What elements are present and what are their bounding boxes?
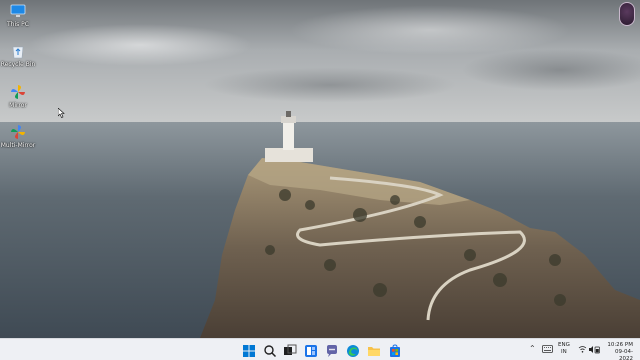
language-region: IN [561,349,567,355]
start-button[interactable] [242,343,256,357]
clock-time: 10:26 PM [607,342,633,348]
widgets-icon [305,345,317,357]
search-icon [264,345,277,358]
volume-icon [589,346,593,353]
widgets-button[interactable] [304,343,318,357]
store-icon [390,344,400,357]
desktop-icon-label: Multi-Mirror [0,142,36,149]
desktop-icon-recycle-bin[interactable]: Recycle Bin [0,43,38,68]
monitor-icon [10,3,26,19]
desktop-icon-label: Mirror [9,102,27,109]
search-button[interactable] [263,343,277,358]
input-language-indicator[interactable]: ENG IN [558,342,570,356]
desktop-icon-mirror[interactable]: Mirror [0,84,38,109]
wallpaper-cliff [200,111,640,338]
battery-icon [594,346,600,354]
desktop-icon-this-pc[interactable]: This PC [0,3,38,28]
task-view-icon [284,344,297,355]
taskbar: ⌃ ENG IN 10:26 PM 09-04-2022 [0,338,640,360]
edge-browser-icon [347,345,359,357]
language-code: ENG [558,342,570,348]
folder-icon [368,347,380,356]
file-explorer-button[interactable] [367,343,381,357]
show-hidden-icons-chevron-icon[interactable]: ⌃ [529,344,536,353]
teams-chat-icon [327,345,337,357]
recycle-bin-icon [10,43,26,59]
pinwheel-app-icon [10,124,26,140]
desktop-icon-multi-mirror[interactable]: Multi-Mirror [0,124,38,149]
taskbar-clock[interactable]: 10:26 PM 09-04-2022 [603,342,633,360]
chat-button[interactable] [325,343,339,357]
clock-date: 09-04-2022 [615,349,633,360]
store-button[interactable] [388,343,402,357]
windows-logo-icon [243,345,255,357]
wifi-icon [578,346,587,353]
avatar[interactable] [619,2,635,26]
desktop-icon-label: Recycle Bin [0,61,36,68]
edge-button[interactable] [346,343,360,357]
mouse-cursor-icon [58,108,65,118]
keyboard-icon[interactable] [542,345,553,353]
desktop-icon-label: This PC [7,21,29,28]
pinwheel-app-icon [10,84,26,100]
desktop-wallpaper [0,0,640,338]
task-view-button[interactable] [283,343,297,357]
system-status-area[interactable] [578,345,600,354]
